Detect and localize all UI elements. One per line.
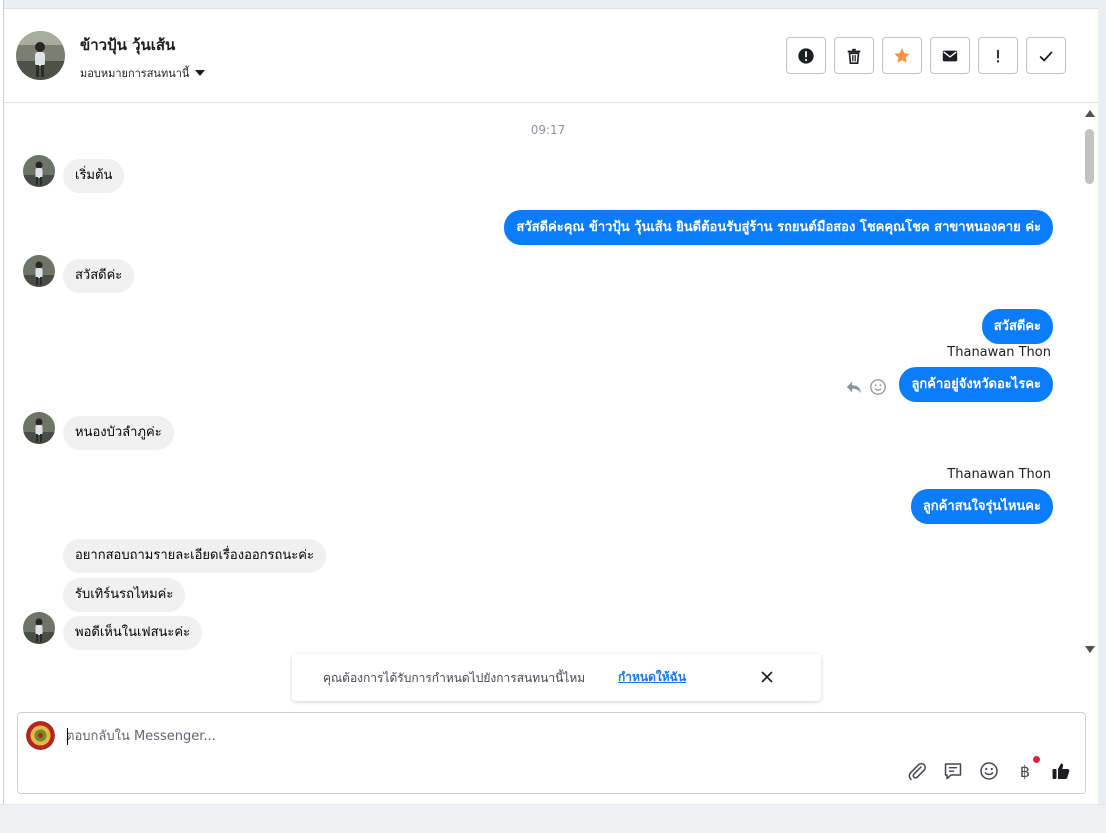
delete-button[interactable]: [834, 37, 874, 74]
emoji-icon: [980, 762, 998, 780]
like-icon: [1052, 763, 1070, 779]
caret-down-icon: [195, 70, 206, 76]
follow-up-button[interactable]: [978, 37, 1018, 74]
contact-avatar[interactable]: [16, 31, 65, 80]
contact-avatar-small: [23, 412, 55, 444]
saved-replies-button[interactable]: [942, 760, 964, 782]
conversation-toolbar: [786, 37, 1066, 74]
envelope-icon: [942, 50, 958, 61]
star-icon: [894, 47, 910, 63]
like-button[interactable]: [1050, 760, 1072, 782]
emoji-button[interactable]: [978, 760, 1000, 782]
reply-icon[interactable]: [845, 378, 863, 396]
contact-avatar-small: [23, 612, 55, 644]
sender-name: Thanawan Thon: [947, 345, 1051, 360]
mark-done-button[interactable]: [1026, 37, 1066, 74]
close-icon[interactable]: [760, 670, 774, 684]
window-bottom-strip: [0, 804, 1106, 833]
window-right-strip: [1098, 0, 1106, 804]
report-spam-button[interactable]: [786, 37, 826, 74]
outgoing-message[interactable]: สวัสดีค่ะคุณ ข้าวปุ้น วุ้นเส้น ยินดีต้อน…: [504, 210, 1053, 245]
scroll-up-arrow-icon[interactable]: [1085, 110, 1095, 117]
alert-circle-icon: [798, 47, 814, 64]
outgoing-message[interactable]: ลูกค้าสนใจรุ่นไหนคะ: [910, 489, 1053, 524]
paperclip-icon: [908, 762, 926, 781]
assign-label: มอบหมายการสนทนานี้: [80, 67, 190, 80]
conversation-header: ข้าวปุ้น วุ้นเส้น มอบหมายการสนทนานี้: [4, 9, 1098, 103]
saved-reply-icon: [944, 763, 962, 780]
conversation-panel: ข้าวปุ้น วุ้นเส้น มอบหมายการสนทนานี้ 09:…: [4, 8, 1098, 804]
exclamation-icon: [996, 49, 1000, 63]
reply-input[interactable]: [66, 725, 866, 747]
incoming-message[interactable]: เริ่มต้น: [63, 159, 125, 193]
page-avatar: [26, 721, 55, 750]
incoming-message[interactable]: รับเทิร์นรถไหมค่ะ: [63, 578, 186, 612]
contact-avatar-small: [23, 255, 55, 287]
react-emoji-icon[interactable]: [869, 378, 887, 396]
mark-unread-button[interactable]: [930, 37, 970, 74]
scroll-down-arrow-icon[interactable]: [1085, 646, 1095, 653]
assign-conversation-dropdown[interactable]: มอบหมายการสนทนานี้: [80, 64, 206, 82]
assign-notice: คุณต้องการได้รับการกำหนดไปยังการสนทนานี้…: [292, 654, 821, 701]
notification-dot: [1033, 756, 1040, 763]
trash-icon: [847, 48, 861, 64]
check-icon: [1039, 50, 1053, 62]
contact-avatar-small: [23, 155, 55, 187]
incoming-message[interactable]: อยากสอบถามรายละเอียดเรื่องออกรถนะค่ะ: [63, 539, 326, 573]
message-actions: [845, 378, 887, 396]
sender-name: Thanawan Thon: [947, 467, 1051, 482]
attach-button[interactable]: [906, 760, 928, 782]
message-timestamp: 09:17: [530, 123, 566, 137]
text-cursor: [67, 728, 68, 745]
star-button[interactable]: [882, 37, 922, 74]
scrollbar-thumb[interactable]: [1085, 129, 1094, 184]
thread-scrollbar[interactable]: [1082, 106, 1098, 656]
contact-name[interactable]: ข้าวปุ้น วุ้นเส้น: [80, 33, 175, 57]
outgoing-message[interactable]: ลูกค้าอยู่จังหวัดอะไรคะ: [899, 367, 1053, 402]
baht-icon: ฿: [1019, 761, 1031, 781]
reply-composer: ฿: [17, 712, 1086, 794]
message-thread[interactable]: 09:17 เริ่มต้น สวัสดีค่ะคุณ ข้าวปุ้น วุ้…: [4, 104, 1098, 664]
assign-to-me-link[interactable]: กำหนดให้ฉัน: [618, 668, 686, 687]
incoming-message[interactable]: พอดีเห็นในเฟสนะค่ะ: [63, 616, 203, 650]
outgoing-message[interactable]: สวัสดีคะ: [981, 309, 1053, 344]
composer-tools: ฿: [906, 756, 1072, 782]
assign-notice-text: คุณต้องการได้รับการกำหนดไปยังการสนทนานี้…: [323, 671, 586, 685]
payment-button[interactable]: ฿: [1014, 756, 1040, 782]
incoming-message[interactable]: หนองบัวลำภูค่ะ: [63, 416, 174, 450]
incoming-message[interactable]: สวัสดีค่ะ: [63, 259, 135, 293]
